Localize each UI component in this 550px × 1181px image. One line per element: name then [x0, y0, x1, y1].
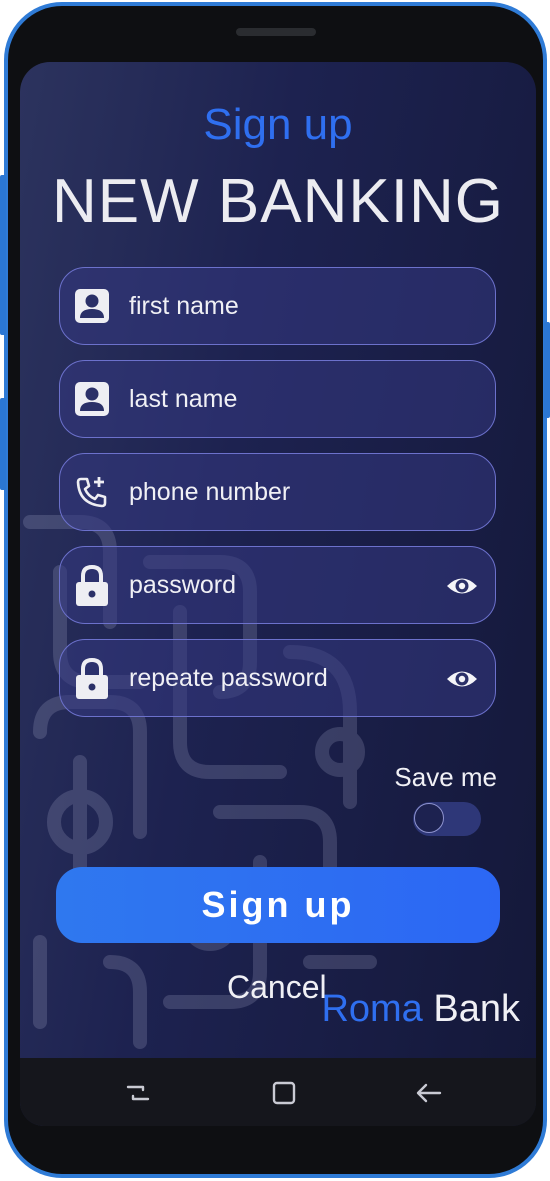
volume-button [0, 175, 6, 335]
password-placeholder: password [129, 571, 236, 599]
lock-icon [74, 563, 110, 607]
brand-name-part1: Roma [321, 988, 423, 1030]
toggle-knob [414, 803, 444, 833]
last-name-field[interactable]: last name [59, 360, 496, 438]
bixby-button [0, 398, 6, 490]
phone-number-placeholder: phone number [129, 478, 291, 506]
person-icon [74, 381, 110, 417]
first-name-field[interactable]: first name [59, 267, 496, 345]
back-icon[interactable] [414, 1078, 444, 1108]
password-field[interactable]: password [59, 546, 496, 624]
eye-icon[interactable] [445, 571, 479, 601]
signup-button[interactable]: Sign up [56, 867, 500, 943]
save-me-toggle[interactable] [413, 802, 481, 836]
phone-add-icon [74, 474, 110, 510]
lock-icon [74, 656, 110, 700]
repeat-password-field[interactable]: repeate password [59, 639, 496, 717]
earpiece-speaker [236, 28, 316, 36]
system-nav-bar [20, 1058, 536, 1126]
cancel-button[interactable]: Cancel [227, 969, 327, 1006]
eye-icon[interactable] [445, 664, 479, 694]
home-icon[interactable] [269, 1078, 299, 1108]
recents-icon[interactable] [123, 1078, 153, 1108]
phone-number-field[interactable]: phone number [59, 453, 496, 531]
person-icon [74, 288, 110, 324]
page-title: NEW BANKING [52, 167, 504, 236]
app-screen: Sign up NEW BANKING first name last name… [20, 62, 536, 1126]
first-name-placeholder: first name [129, 292, 239, 320]
repeat-password-placeholder: repeate password [129, 664, 328, 692]
brand-name-part2: Bank [433, 988, 520, 1030]
save-me-label: Save me [394, 762, 497, 792]
brand-logo: Roma Bank [321, 988, 520, 1031]
signup-subtitle: Sign up [203, 100, 353, 149]
last-name-placeholder: last name [129, 385, 238, 413]
power-button [544, 322, 550, 418]
